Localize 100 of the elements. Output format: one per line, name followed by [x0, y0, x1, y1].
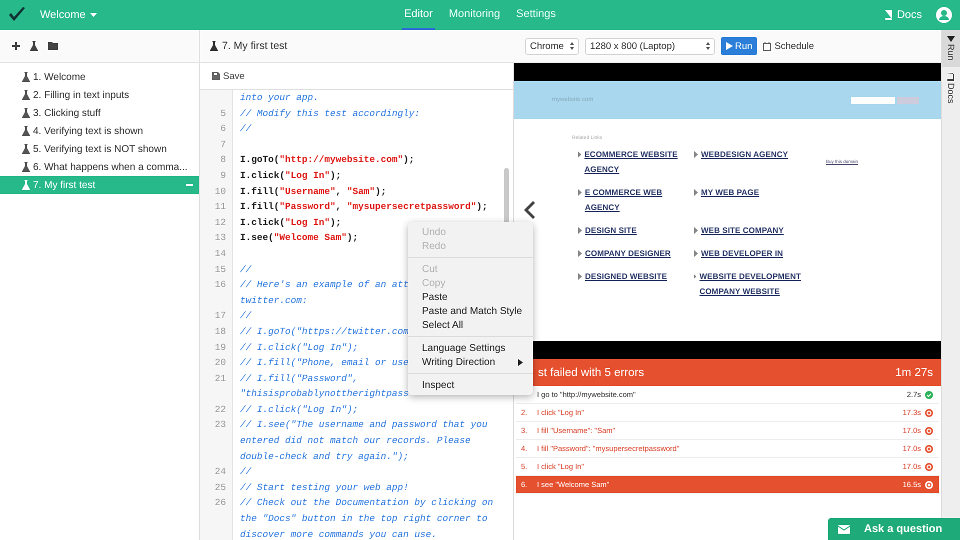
code-line: "thisisprobablynottherightpass: [239, 387, 409, 402]
flask-icon: [22, 126, 30, 136]
triangle-down-icon: [947, 36, 955, 42]
bullet-arrow-icon: [578, 151, 582, 158]
bullet-arrow-icon: [578, 273, 582, 280]
calendar-icon: [763, 42, 772, 50]
site-link[interactable]: WEBSITE DEVELOPMENT COMPANY WEBSITE: [699, 269, 814, 299]
side-tab[interactable]: Docs: [942, 66, 960, 110]
browser-select[interactable]: Chrome: [525, 38, 579, 54]
line-number: 22: [214, 402, 227, 417]
site-link[interactable]: WEB DEVELOPER IN: [701, 246, 784, 261]
test-list-item[interactable]: 5. Verifying text is NOT shown: [0, 140, 199, 158]
bullet-arrow-icon: [694, 189, 698, 196]
results-duration: 1m 27s: [895, 366, 933, 378]
code-line: //: [239, 262, 252, 277]
updown-caret-icon: [706, 42, 710, 50]
code-line: into your app.: [239, 91, 319, 105]
code-line: double-check and try again.");: [239, 450, 409, 464]
line-number: 10: [214, 184, 227, 199]
side-tab[interactable]: Run: [942, 30, 960, 67]
test-list-item[interactable]: 6. What happens when a comma...: [0, 158, 199, 176]
code-line: // Start testing your web app!: [239, 480, 409, 495]
code-line: //: [239, 122, 252, 136]
schedule-button[interactable]: Schedule: [763, 40, 814, 52]
folder-icon[interactable]: [48, 42, 58, 50]
site-link[interactable]: E COMMERCE WEB AGENCY: [584, 185, 694, 215]
line-number: 23: [214, 418, 227, 432]
code-line: // I.fill("Phone, email or use: [239, 356, 409, 370]
menu-item[interactable]: Language Settings: [408, 341, 533, 355]
line-number: 25: [214, 480, 227, 495]
site-link[interactable]: MY WEB PAGE: [701, 185, 760, 200]
line-number: 13: [214, 231, 227, 246]
line-number: 21: [214, 372, 227, 386]
site-link[interactable]: WEBDESIGN AGENCY: [701, 147, 788, 162]
line-number: 26: [214, 496, 227, 510]
flask-icon: [22, 108, 30, 118]
caret-icon: [90, 13, 97, 17]
resolution-select[interactable]: 1280 x 800 (Laptop): [585, 38, 715, 54]
code-line: //: [239, 465, 252, 480]
code-line: I.see("Welcome Sam");: [239, 231, 358, 246]
back-arrow-icon[interactable]: [524, 201, 535, 219]
flask-icon: [30, 41, 38, 51]
save-button[interactable]: Save: [212, 70, 245, 82]
code-line: // Modify this test accordingly:: [239, 106, 420, 121]
bullet-arrow-icon: [578, 227, 582, 234]
code-line: // Check out the Documentation by clicking on: [239, 496, 494, 510]
bullet-arrow-icon: [694, 273, 696, 280]
line-number: 5: [219, 106, 227, 121]
flask-icon: [22, 180, 30, 190]
bullet-arrow-icon: [694, 151, 698, 158]
menu-item[interactable]: Select All: [408, 318, 533, 332]
code-line: // I.click("Log In");: [239, 402, 358, 417]
menu-item[interactable]: Paste: [408, 290, 533, 304]
line-number: 18: [214, 324, 227, 339]
run-button[interactable]: Run: [721, 37, 758, 55]
bullet-arrow-icon: [578, 189, 582, 196]
results-title: st failed with 5 errors: [538, 366, 644, 378]
code-line: entered did not match our records. Please: [239, 434, 471, 448]
code-line: // I.click("Log In");: [239, 340, 358, 354]
test-list-item[interactable]: 1. Welcome: [0, 68, 199, 86]
site-link[interactable]: WEB SITE COMPANY: [701, 223, 784, 238]
flask-icon: [210, 41, 218, 51]
line-number: 14: [214, 246, 227, 261]
test-list-item[interactable]: 3. Clicking stuff: [0, 104, 199, 122]
line-number: 8: [219, 153, 227, 168]
site-link[interactable]: ECOMMERCE WEBSITE AGENCY: [584, 147, 694, 177]
line-number: 11: [214, 200, 227, 214]
checkmark-logo: [8, 7, 26, 23]
code-line: // I.see("The username and password that you: [239, 418, 488, 432]
bullet-arrow-icon: [694, 227, 698, 234]
line-number: 12: [214, 216, 227, 230]
flask-icon: [22, 144, 30, 154]
code-line: // I.goTo("https://twitter.com: [239, 324, 409, 339]
test-list-item[interactable]: 4. Verifying text is shown: [0, 122, 199, 140]
code-line: //: [239, 309, 252, 324]
menu-item[interactable]: Paste and Match Style: [408, 304, 533, 318]
line-number: 9: [219, 168, 227, 183]
line-number: 17: [214, 309, 227, 324]
book-icon: [884, 10, 893, 20]
menu-item[interactable]: Writing Direction: [408, 355, 533, 369]
code-line: I.fill("Password", "mysupersecretpassword");: [239, 200, 488, 214]
line-number: 6: [219, 122, 227, 136]
code-line: I.click("Log In");: [239, 168, 342, 183]
site-link[interactable]: DESIGNED WEBSITE: [585, 269, 668, 284]
code-line: I.click("Log In");: [239, 216, 342, 230]
test-title: 7. My first test: [222, 40, 288, 52]
code-line: // I.fill("Password",: [239, 372, 358, 386]
code-line: discover more commands you can use.: [239, 528, 437, 540]
add-icon[interactable]: [12, 42, 20, 50]
line-number: 16: [214, 278, 227, 292]
code-line: I.fill("Username", "Sam");: [239, 184, 386, 199]
book-icon: [947, 72, 955, 81]
site-link[interactable]: DESIGN SITE: [585, 223, 637, 238]
line-number: 20: [214, 356, 227, 370]
test-list-item[interactable]: 2. Filling in text inputs: [0, 86, 199, 104]
line-number: 15: [214, 262, 227, 277]
flask-icon: [22, 72, 30, 82]
code-line: I.goTo("http://mywebsite.com");: [239, 153, 414, 168]
site-link[interactable]: COMPANY DESIGNER: [585, 246, 671, 261]
code-line: // Here's an example of an att: [239, 278, 409, 292]
